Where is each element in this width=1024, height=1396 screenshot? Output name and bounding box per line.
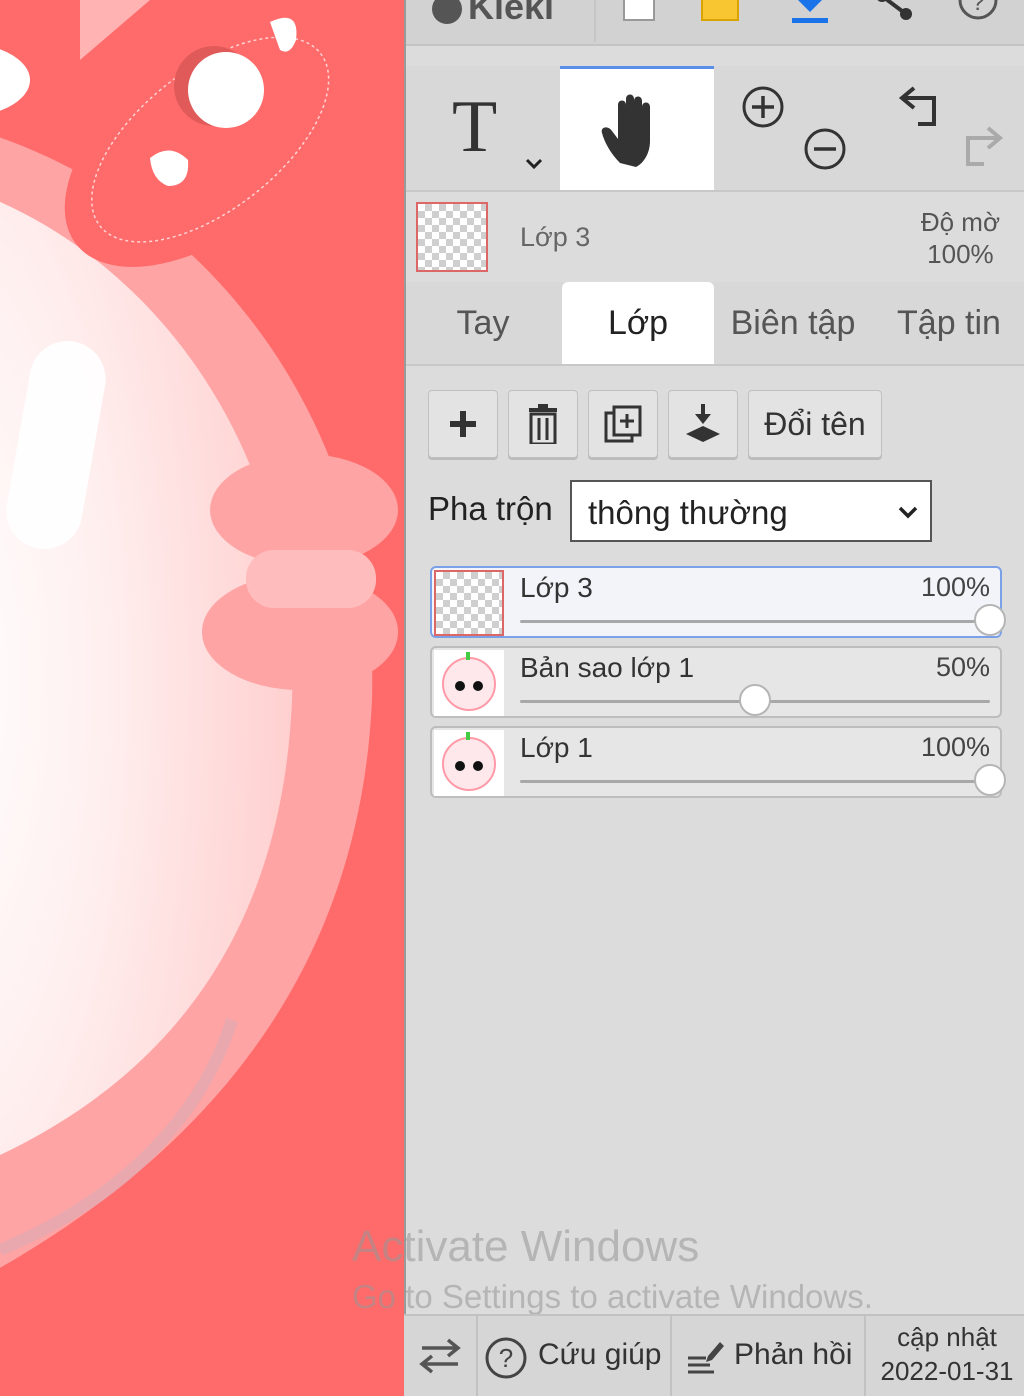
divider — [594, 0, 596, 42]
layer-opacity-slider[interactable] — [520, 764, 1006, 796]
duplicate-layer-button[interactable] — [588, 390, 658, 458]
zoom-tool — [714, 66, 868, 190]
help-label: Cứu giúp — [538, 1338, 662, 1371]
layer-opacity-percent: 100% — [920, 732, 990, 762]
layer-opacity-slider[interactable] — [520, 604, 1006, 636]
zoom-out-icon[interactable] — [802, 126, 848, 172]
duplicate-icon — [604, 405, 642, 443]
new-file-icon[interactable] — [618, 0, 662, 30]
activate-windows-subtitle: Go to Settings to activate Windows. — [352, 1278, 873, 1315]
activate-windows-title: Activate Windows — [352, 1222, 700, 1271]
update-date: 2022-01-31 — [880, 1356, 1014, 1386]
layer-name: Lớp 1 — [520, 732, 593, 763]
undo-icon[interactable] — [898, 84, 946, 132]
rename-label: Đổi tên — [764, 406, 866, 442]
share-icon[interactable] — [872, 0, 916, 30]
feedback-icon — [688, 1342, 724, 1374]
layer-name: Lớp 3 — [520, 572, 593, 603]
svg-text:?: ? — [499, 1343, 513, 1373]
panel-tabs: Tay Lớp Biên tập Tập tin — [406, 282, 1024, 366]
layer-opacity-percent: 50% — [935, 652, 990, 682]
chevron-down-icon[interactable] — [524, 154, 544, 174]
layer-thumbnail — [434, 570, 504, 636]
text-tool[interactable]: T — [406, 66, 560, 190]
current-layer-thumbnail — [416, 202, 488, 272]
blend-mode-value: thông thường — [588, 494, 788, 531]
divider — [864, 1316, 866, 1396]
download-icon[interactable] — [788, 0, 832, 30]
layer-opacity-percent: 100% — [920, 572, 990, 602]
svg-text:?: ? — [971, 0, 984, 16]
blend-mode-label: Pha trộn — [428, 490, 553, 527]
top-bar: Kleki ? — [406, 0, 1024, 46]
update-label: cập nhật — [897, 1322, 997, 1352]
slider-handle[interactable] — [974, 764, 1006, 796]
layer-thumbnail — [434, 650, 504, 716]
plus-icon — [450, 411, 476, 437]
divider — [476, 1316, 478, 1396]
tool-row: T — [406, 66, 1024, 192]
help-icon[interactable]: ? — [956, 0, 1000, 30]
rename-layer-button[interactable]: Đổi tên — [748, 390, 882, 458]
tab-tay[interactable]: Tay — [406, 282, 560, 364]
layer-opacity-slider[interactable] — [520, 684, 990, 716]
side-panel: Kleki ? T Lớp 3 Độ mờ 100% Tay Lớp Biên … — [404, 0, 1024, 1396]
slider-handle[interactable] — [974, 604, 1006, 636]
layer-name: Bản sao lớp 1 — [520, 652, 695, 683]
opacity-label: Độ mờ — [920, 207, 1000, 237]
current-layer-name: Lớp 3 — [520, 222, 591, 252]
tab-tap-tin[interactable]: Tập tin — [872, 282, 1024, 364]
canvas-artwork — [0, 0, 404, 1396]
add-layer-button[interactable] — [428, 390, 498, 458]
swap-icon[interactable] — [418, 1336, 462, 1376]
tab-lop[interactable]: Lớp — [562, 282, 714, 364]
layer-thumbnail — [434, 730, 504, 796]
current-layer-info: Lớp 3 Độ mờ 100% — [406, 194, 1024, 282]
layer-row-lop-1[interactable]: Lớp 1 100% — [430, 726, 1006, 798]
merge-down-icon — [686, 404, 720, 442]
layer-row-lop-3[interactable]: Lớp 3 100% — [430, 566, 1006, 638]
divider — [670, 1316, 672, 1396]
drawing-canvas[interactable] — [0, 0, 404, 1396]
slider-handle[interactable] — [739, 684, 771, 716]
app-logo[interactable]: Kleki — [432, 0, 554, 28]
tab-bien-tap[interactable]: Biên tập — [716, 282, 870, 364]
feedback-label: Phản hồi — [734, 1338, 853, 1371]
delete-layer-button[interactable] — [508, 390, 578, 458]
chevron-down-icon — [898, 506, 918, 519]
logo-icon — [432, 0, 462, 25]
opacity-value: 100% — [927, 239, 994, 269]
blend-mode-select[interactable]: thông thường — [570, 480, 932, 542]
trash-icon — [529, 404, 557, 444]
hand-tool[interactable] — [560, 66, 714, 190]
text-tool-icon: T — [452, 86, 498, 168]
layer-row-ban-sao-lop-1[interactable]: Bản sao lớp 1 50% — [430, 646, 1002, 718]
bottom-bar: ? Cứu giúp Phản hồi cập nhật 2022-01-31 — [404, 1314, 1024, 1396]
hand-icon — [601, 94, 650, 167]
help-icon: ? — [485, 1337, 527, 1379]
history-tool — [868, 66, 1022, 190]
open-folder-icon[interactable] — [698, 0, 742, 30]
redo-icon[interactable] — [956, 124, 1004, 172]
zoom-in-icon[interactable] — [740, 84, 786, 130]
merge-down-button[interactable] — [668, 390, 738, 458]
opacity-readout: Độ mờ 100% — [921, 206, 1000, 270]
